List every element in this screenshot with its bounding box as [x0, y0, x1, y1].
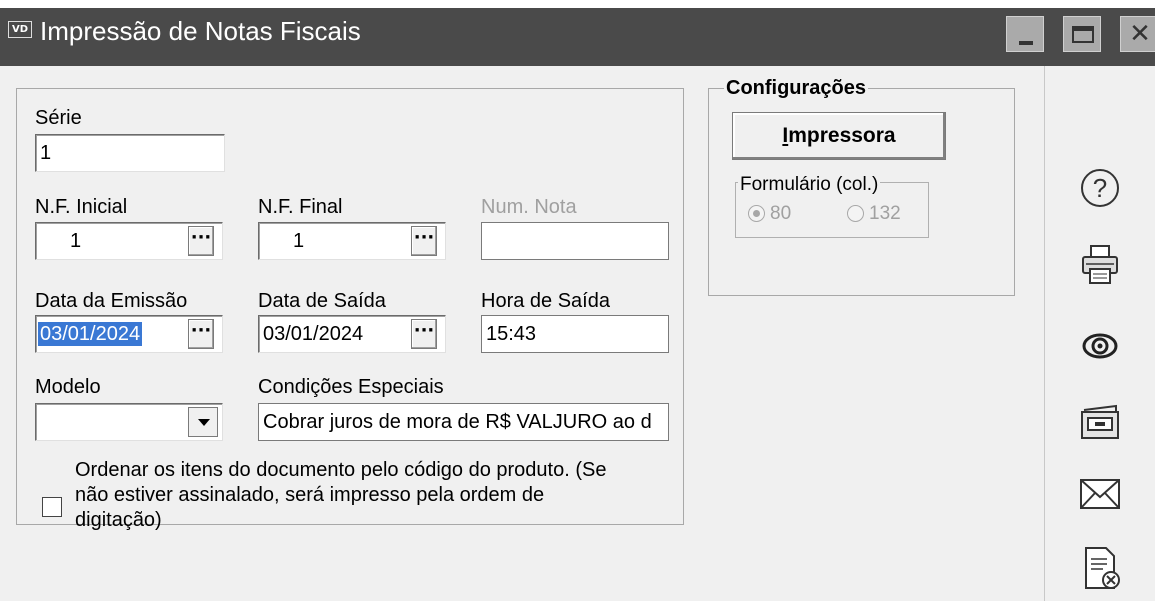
hora-saida-input[interactable]: 15:43 — [481, 315, 669, 353]
serie-label: Série — [35, 107, 82, 129]
formulario-132-label: 132 — [869, 203, 901, 224]
data-emissao-label: Data da Emissão — [35, 290, 188, 312]
window-title: Impressão de Notas Fiscais — [40, 16, 361, 46]
modelo-label: Modelo — [35, 376, 101, 398]
data-saida-value: 03/01/2024 — [263, 323, 364, 345]
nf-final-value: 1 — [293, 230, 305, 252]
impressora-button[interactable]: Impressora — [732, 112, 946, 160]
data-saida-label: Data de Saída — [258, 290, 386, 312]
condicoes-especiais-label: Condições Especiais — [258, 376, 444, 398]
svg-text:?: ? — [1093, 173, 1107, 203]
num-nota-input[interactable] — [481, 222, 669, 260]
condicoes-especiais-value: Cobrar juros de mora de R$ VALJURO ao d — [263, 411, 652, 433]
serie-input[interactable]: 1 — [35, 134, 225, 172]
formulario-132-radio[interactable] — [847, 205, 864, 222]
formulario-80-radio[interactable] — [748, 205, 765, 222]
nf-inicial-input[interactable]: 1 ··· — [35, 222, 223, 260]
serie-value: 1 — [40, 142, 52, 164]
data-emissao-input[interactable]: 03/01/2024 ··· — [35, 315, 223, 353]
eye-preview-icon[interactable] — [1070, 322, 1130, 370]
formulario-80-label: 80 — [770, 203, 792, 224]
close-icon: ✕ — [1129, 19, 1151, 49]
maximize-icon — [1072, 26, 1094, 43]
maximize-button[interactable] — [1063, 16, 1101, 52]
formulario-legend: Formulário (col.) — [738, 174, 881, 196]
nf-final-lookup-button[interactable]: ··· — [411, 226, 437, 256]
close-button[interactable]: ✕ — [1120, 16, 1155, 52]
nf-final-input[interactable]: 1 ··· — [258, 222, 446, 260]
impressora-label: mpressora — [788, 124, 896, 147]
minimize-icon — [1019, 41, 1033, 45]
app-logo-icon: VD — [8, 21, 32, 38]
data-emissao-calendar-button[interactable]: ··· — [188, 319, 214, 349]
ordenar-itens-checkbox[interactable] — [42, 497, 62, 517]
nf-final-label: N.F. Final — [258, 196, 343, 218]
data-emissao-value: 03/01/2024 — [38, 322, 143, 346]
ordenar-itens-label[interactable]: Ordenar os itens do documento pelo códig… — [75, 458, 635, 533]
envelope-email-icon[interactable] — [1070, 470, 1130, 518]
num-nota-label: Num. Nota — [481, 196, 577, 218]
printer-icon[interactable] — [1070, 240, 1130, 288]
nf-inicial-value: 1 — [70, 230, 82, 252]
minimize-button[interactable] — [1006, 16, 1044, 52]
nf-inicial-lookup-button[interactable]: ··· — [188, 226, 214, 256]
archive-tray-icon[interactable] — [1070, 398, 1130, 446]
document-cancel-icon[interactable] — [1070, 544, 1130, 592]
hora-saida-label: Hora de Saída — [481, 290, 610, 312]
data-saida-calendar-button[interactable]: ··· — [411, 319, 437, 349]
data-saida-input[interactable]: 03/01/2024 ··· — [258, 315, 446, 353]
help-icon[interactable]: ? — [1070, 164, 1130, 212]
modelo-dropdown-button[interactable] — [188, 407, 218, 437]
hora-saida-value: 15:43 — [486, 323, 537, 345]
condicoes-especiais-input[interactable]: Cobrar juros de mora de R$ VALJURO ao d — [258, 403, 669, 441]
modelo-select[interactable] — [35, 403, 223, 441]
nf-inicial-label: N.F. Inicial — [35, 196, 128, 218]
configuracoes-legend: Configurações — [724, 77, 869, 100]
